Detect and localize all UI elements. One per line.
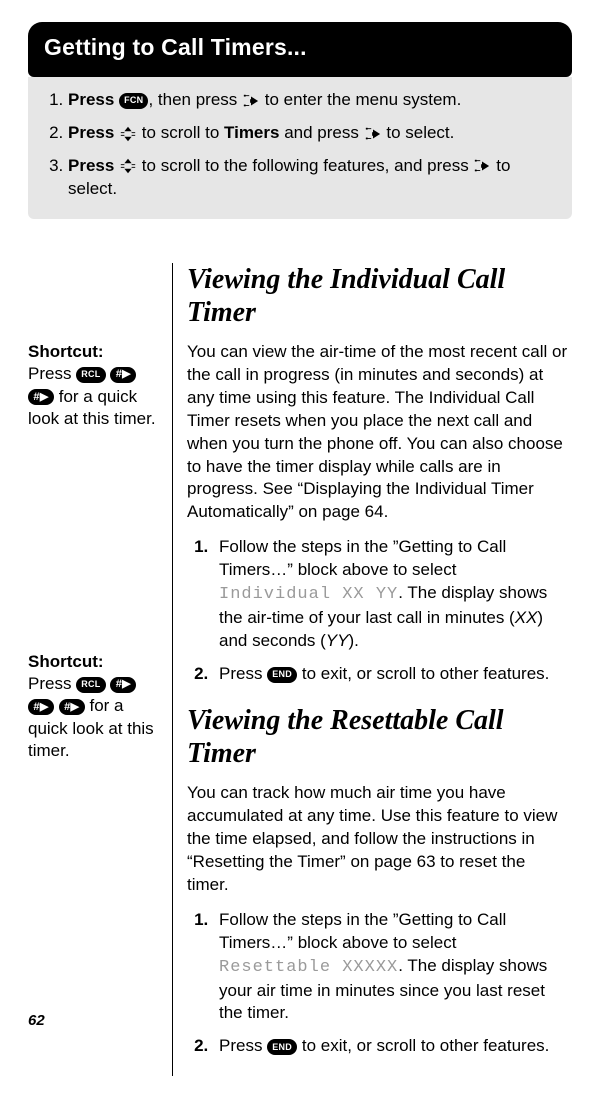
hash-key-icon: #▶ [110, 677, 136, 693]
rcl-key-icon: RCL [76, 677, 105, 693]
sidebar: Shortcut: Press RCL #▶ #▶ for a quick lo… [28, 263, 158, 1077]
text: Follow the steps in the ”Getting to Call… [219, 910, 506, 952]
step-text: to scroll to the following features, and… [142, 156, 469, 175]
text: ). [348, 631, 358, 650]
step-text: and press [284, 123, 359, 142]
step-text: to enter the menu system. [265, 90, 462, 109]
shortcut-label: Shortcut: [28, 651, 158, 673]
section2-steps: Follow the steps in the ”Getting to Call… [187, 909, 570, 1059]
step-bold: Timers [224, 123, 279, 142]
list-item: Follow the steps in the ”Getting to Call… [213, 536, 570, 653]
nav-updown-icon [119, 157, 137, 175]
hash-key-icon: #▶ [28, 699, 54, 715]
main-column: Viewing the Individual Call Timer You ca… [172, 263, 572, 1077]
section-title: Viewing the Resettable Call Timer [187, 704, 570, 770]
shortcut-label: Shortcut: [28, 341, 158, 363]
shortcut-press: Press [28, 674, 71, 693]
display-text: Individual XX YY [219, 585, 398, 604]
steps-list: Press FCN, then press to enter the menu … [46, 89, 554, 201]
section-para: You can view the air-time of the most re… [187, 341, 570, 525]
step-label: Press [68, 156, 114, 175]
end-key-icon: END [267, 667, 297, 683]
rcl-key-icon: RCL [76, 367, 105, 383]
step-text: to select. [386, 123, 454, 142]
fcn-key-icon: FCN [119, 93, 148, 109]
section-para: You can track how much air time you have… [187, 782, 570, 897]
shortcut-press: Press [28, 364, 71, 383]
var-xx: XX [515, 608, 538, 627]
var-yy: YY [326, 631, 349, 650]
header-bar: Getting to Call Timers... [28, 22, 572, 77]
header-title: Getting to Call Timers... [44, 34, 307, 60]
nav-right-icon [242, 93, 260, 109]
display-text: Resettable XXXXX [219, 958, 398, 977]
shortcut-2: Shortcut: Press RCL #▶ #▶ #▶ for a quick… [28, 651, 158, 763]
list-item: Press END to exit, or scroll to other fe… [213, 663, 570, 686]
page-root: Getting to Call Timers... Press FCN, the… [0, 0, 600, 1096]
step-2: Press to scroll to Timers and press to s… [68, 122, 554, 145]
section1-steps: Follow the steps in the ”Getting to Call… [187, 536, 570, 686]
hash-key-icon: #▶ [59, 699, 85, 715]
step-label: Press [68, 90, 114, 109]
hash-key-icon: #▶ [28, 389, 54, 405]
text: Press [219, 664, 262, 683]
text: Press [219, 1036, 262, 1055]
step-text: , then press [148, 90, 237, 109]
step-3: Press to scroll to the following feature… [68, 155, 554, 201]
section-title: Viewing the Individual Call Timer [187, 263, 570, 329]
content-row: Shortcut: Press RCL #▶ #▶ for a quick lo… [28, 263, 572, 1077]
step-label: Press [68, 123, 114, 142]
nav-right-icon [364, 126, 382, 142]
step-text: to scroll to [142, 123, 219, 142]
page-number: 62 [28, 1011, 45, 1031]
text: to exit, or scroll to other features. [302, 1036, 550, 1055]
nav-right-icon [473, 158, 491, 174]
text: to exit, or scroll to other features. [302, 664, 550, 683]
steps-box: Press FCN, then press to enter the menu … [28, 77, 572, 219]
text: Follow the steps in the ”Getting to Call… [219, 537, 506, 579]
hash-key-icon: #▶ [110, 367, 136, 383]
list-item: Follow the steps in the ”Getting to Call… [213, 909, 570, 1026]
step-1: Press FCN, then press to enter the menu … [68, 89, 554, 112]
nav-updown-icon [119, 125, 137, 143]
shortcut-1: Shortcut: Press RCL #▶ #▶ for a quick lo… [28, 341, 158, 431]
